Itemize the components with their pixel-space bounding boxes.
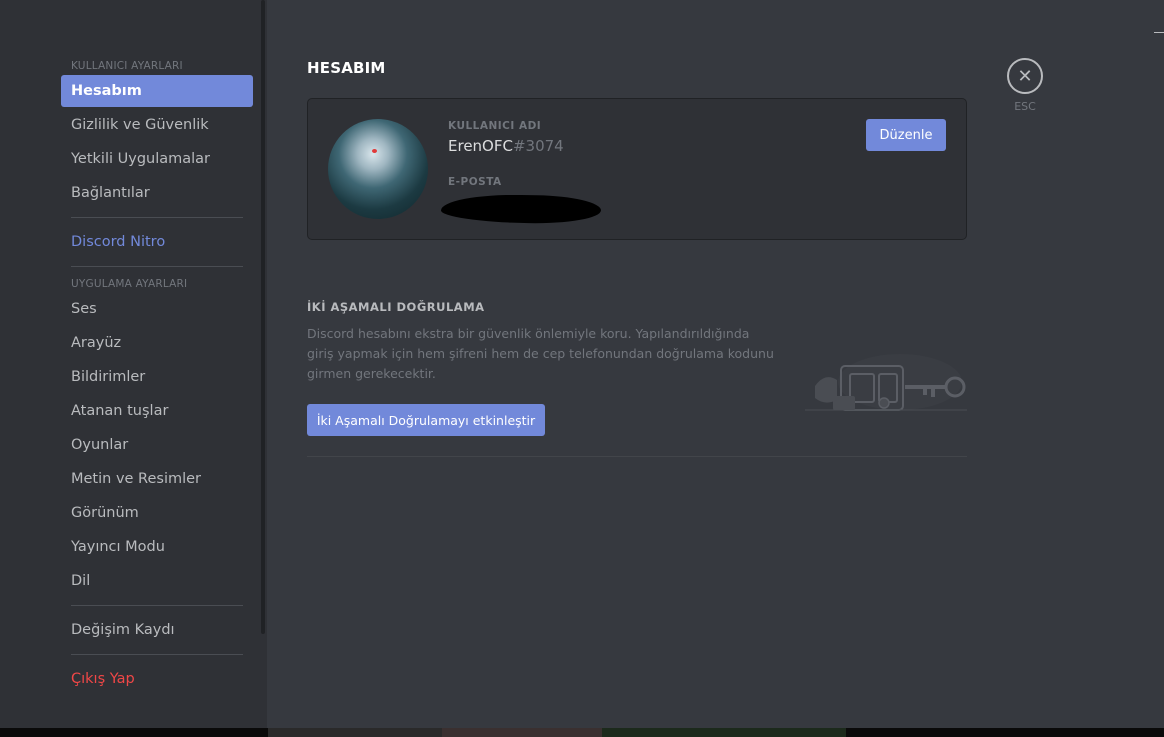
section-divider (307, 456, 967, 457)
sidebar-item-my-account[interactable]: Hesabım (61, 75, 253, 107)
sidebar-item-notifications[interactable]: Bildirimler (61, 361, 253, 393)
taskbar-thumb[interactable] (442, 728, 602, 737)
email-label: E-POSTA (448, 176, 502, 188)
esc-label: ESC (1014, 100, 1036, 113)
sidebar-item-connections[interactable]: Bağlantılar (61, 177, 253, 209)
safe-key-illustration (805, 354, 967, 411)
sidebar-item-keybinds[interactable]: Atanan tuşlar (61, 395, 253, 427)
two-factor-description: Discord hesabını ekstra bir güvenlik önl… (307, 326, 774, 381)
username-discriminator: #3074 (512, 137, 564, 155)
sidebar-item-streamer-mode[interactable]: Yayıncı Modu (61, 531, 253, 563)
two-factor-title: İKİ AŞAMALI DOĞRULAMA (307, 300, 485, 314)
avatar-eye (372, 149, 377, 153)
username-label: KULLANICI ADI (448, 120, 542, 132)
username-text: ErenOFC (448, 137, 513, 155)
sidebar-item-voice[interactable]: Ses (61, 293, 253, 325)
avatar[interactable] (328, 119, 428, 219)
sidebar-item-games[interactable]: Oyunlar (61, 429, 253, 461)
settings-sidebar: KULLANICI AYARLARI Hesabım Gizlilik ve G… (0, 0, 267, 728)
sidebar-item-changelog[interactable]: Değişim Kaydı (61, 614, 253, 646)
close-icon[interactable]: ✕ (1007, 58, 1043, 94)
sidebar-item-nitro[interactable]: Discord Nitro (61, 226, 253, 258)
email-redaction (440, 193, 602, 225)
window-minimize-dash[interactable] (1154, 32, 1164, 33)
sidebar-divider (71, 266, 243, 267)
edit-button[interactable]: Düzenle (866, 119, 946, 151)
sidebar-item-logout[interactable]: Çıkış Yap (61, 663, 253, 695)
close-settings: ✕ ESC (1006, 58, 1044, 113)
username-value: ErenOFC#3074 (448, 137, 564, 155)
sidebar-item-text-images[interactable]: Metin ve Resimler (61, 463, 253, 495)
account-card: KULLANICI ADI ErenOFC#3074 E-POSTA Düzen… (307, 98, 967, 240)
sidebar-divider (71, 217, 243, 218)
sidebar-item-interface[interactable]: Arayüz (61, 327, 253, 359)
taskbar-thumb[interactable] (268, 728, 442, 737)
sidebar-item-privacy-safety[interactable]: Gizlilik ve Güvenlik (61, 109, 253, 141)
sidebar-divider (71, 605, 243, 606)
app-settings-header: UYGULAMA AYARLARI (71, 278, 188, 290)
user-settings-header: KULLANICI AYARLARI (71, 60, 183, 72)
sidebar-item-language[interactable]: Dil (61, 565, 253, 597)
taskbar (0, 728, 1164, 737)
sidebar-nav: KULLANICI AYARLARI Hesabım Gizlilik ve G… (61, 57, 253, 697)
enable-two-factor-button[interactable]: İki Aşamalı Doğrulamayı etkinleştir (307, 404, 545, 436)
sidebar-scrollbar-thumb[interactable] (261, 0, 265, 634)
taskbar-thumb[interactable] (602, 728, 846, 737)
sidebar-item-authorized-apps[interactable]: Yetkili Uygulamalar (61, 143, 253, 175)
page-title: HESABIM (307, 59, 386, 77)
sidebar-item-appearance[interactable]: Görünüm (61, 497, 253, 529)
sidebar-divider (71, 654, 243, 655)
